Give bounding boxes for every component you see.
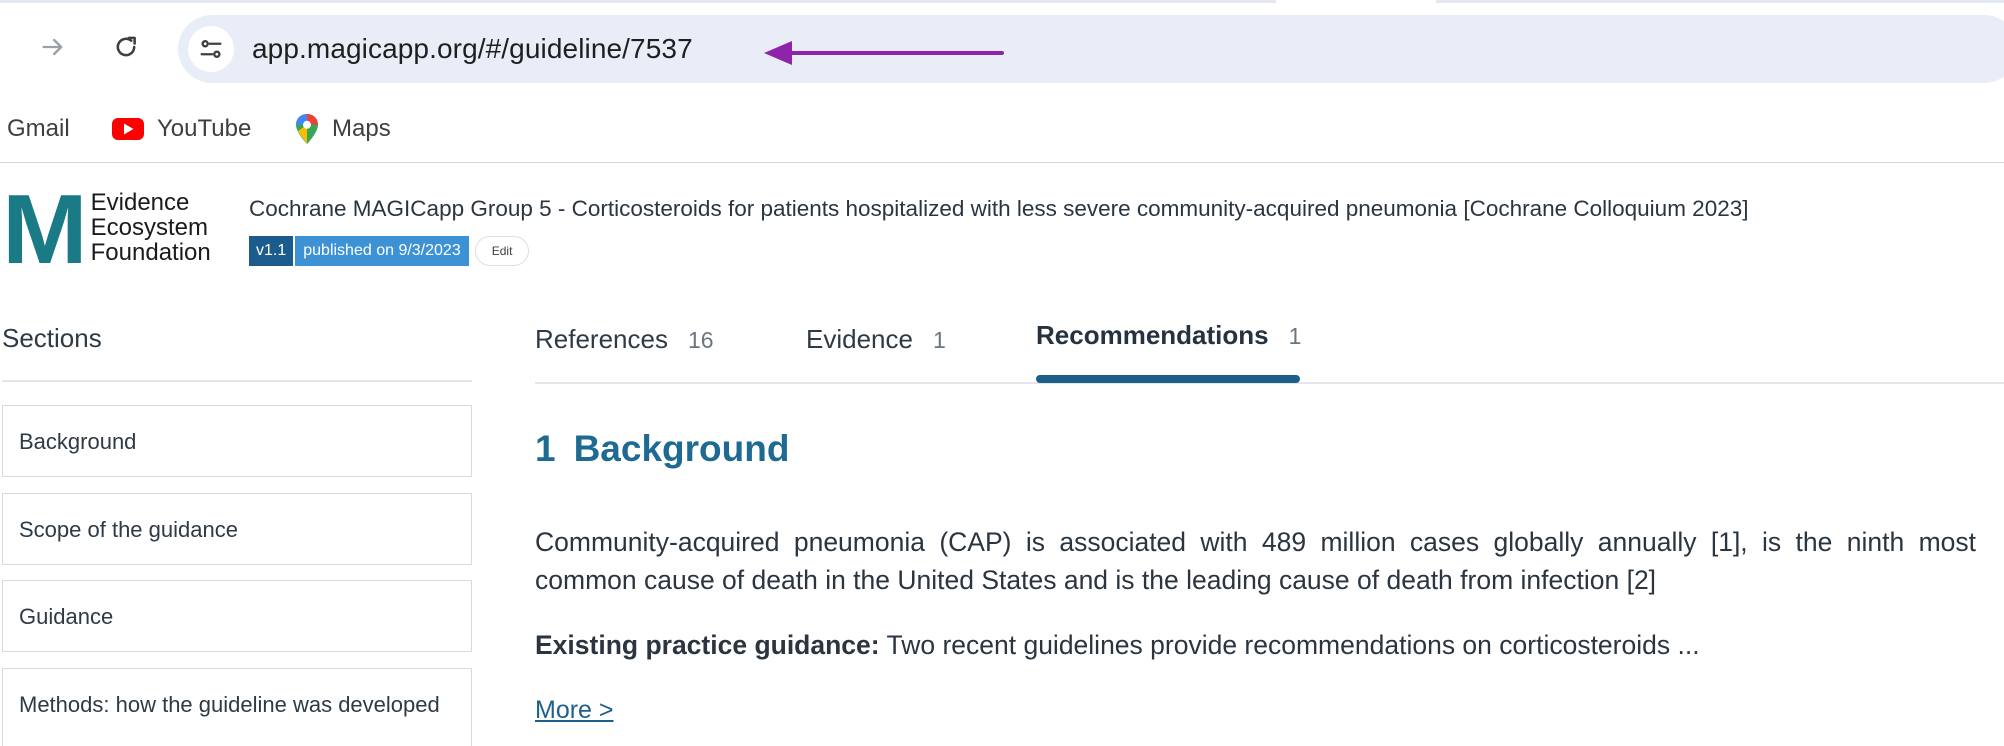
logo-line: Ecosystem: [90, 214, 209, 241]
youtube-icon: [111, 116, 145, 142]
sections-heading: Sections: [2, 312, 472, 382]
reload-icon: [116, 36, 136, 57]
tab-label: Recommendations: [1036, 320, 1269, 350]
maps-pin-icon: [294, 113, 320, 145]
sections-sidebar: Sections Background Scope of the guidanc…: [2, 312, 472, 746]
annotation-arrow-icon: [764, 41, 1004, 65]
tab-evidence[interactable]: Evidence 1: [806, 324, 946, 396]
bookmarks-bar: Gmail YouTube Maps: [0, 95, 2004, 163]
edit-button[interactable]: Edit: [474, 236, 530, 266]
paragraph-lead: Existing practice guidance:: [535, 630, 880, 660]
address-bar[interactable]: app.magicapp.org/#/guideline/7537: [178, 15, 2004, 83]
tab-count: 1: [932, 327, 946, 353]
section-item-guidance[interactable]: Guidance: [2, 580, 472, 652]
bookmark-youtube[interactable]: YouTube: [111, 109, 251, 149]
published-badge: published on 9/3/2023: [295, 236, 469, 266]
section-title: Background: [573, 428, 790, 469]
logo-text: Evidence Ecosystem Foundation: [91, 190, 211, 265]
version-badges: v1.1 published on 9/3/2023 Edit: [249, 236, 530, 266]
bookmark-maps[interactable]: Maps: [294, 109, 391, 149]
more-link[interactable]: More >: [535, 696, 614, 725]
site-info-button[interactable]: [188, 26, 234, 72]
section-item-methods[interactable]: Methods: how the guideline was developed: [2, 668, 472, 746]
paragraph-text: Two recent guidelines provide recommenda…: [879, 630, 1700, 660]
logo-line: Foundation: [90, 239, 211, 266]
section-heading: 1 Background: [535, 428, 789, 470]
forward-button[interactable]: [29, 23, 77, 71]
tab-label: Evidence: [806, 324, 913, 354]
arrow-right-icon: [42, 38, 63, 56]
background-paragraph: Community-acquired pneumonia (CAP) is as…: [535, 527, 1976, 595]
section-number: 1: [535, 428, 556, 469]
bookmark-label: YouTube: [157, 115, 252, 142]
active-tab-indicator: [1036, 375, 1300, 383]
browser-toolbar: app.magicapp.org/#/guideline/7537: [0, 3, 2004, 95]
tab-count: 16: [687, 327, 714, 353]
practice-guidance-paragraph: Existing practice guidance: Two recent g…: [535, 626, 1976, 664]
section-item-background[interactable]: Background: [2, 405, 472, 477]
tab-label: References: [535, 324, 668, 354]
reload-button[interactable]: [102, 23, 150, 71]
tab-count: 1: [1288, 323, 1302, 349]
url-text[interactable]: app.magicapp.org/#/guideline/7537: [252, 33, 693, 65]
bookmark-label: Gmail: [7, 115, 70, 142]
bookmark-label: Maps: [332, 115, 391, 142]
tune-icon: [200, 40, 222, 58]
ecosystem-logo[interactable]: M Evidence Ecosystem Foundation: [2, 174, 211, 284]
version-badge: v1.1: [249, 236, 294, 266]
content-tabs: References 16 Evidence 1 Recommendations 1: [535, 312, 2004, 384]
guideline-title: Cochrane MAGICapp Group 5 - Corticostero…: [249, 196, 1749, 221]
logo-line: Evidence: [90, 189, 190, 216]
section-item-scope[interactable]: Scope of the guidance: [2, 493, 472, 565]
tab-references[interactable]: References 16: [535, 324, 714, 396]
logo-mark: M: [2, 174, 88, 284]
bookmark-gmail[interactable]: Gmail: [7, 109, 70, 149]
